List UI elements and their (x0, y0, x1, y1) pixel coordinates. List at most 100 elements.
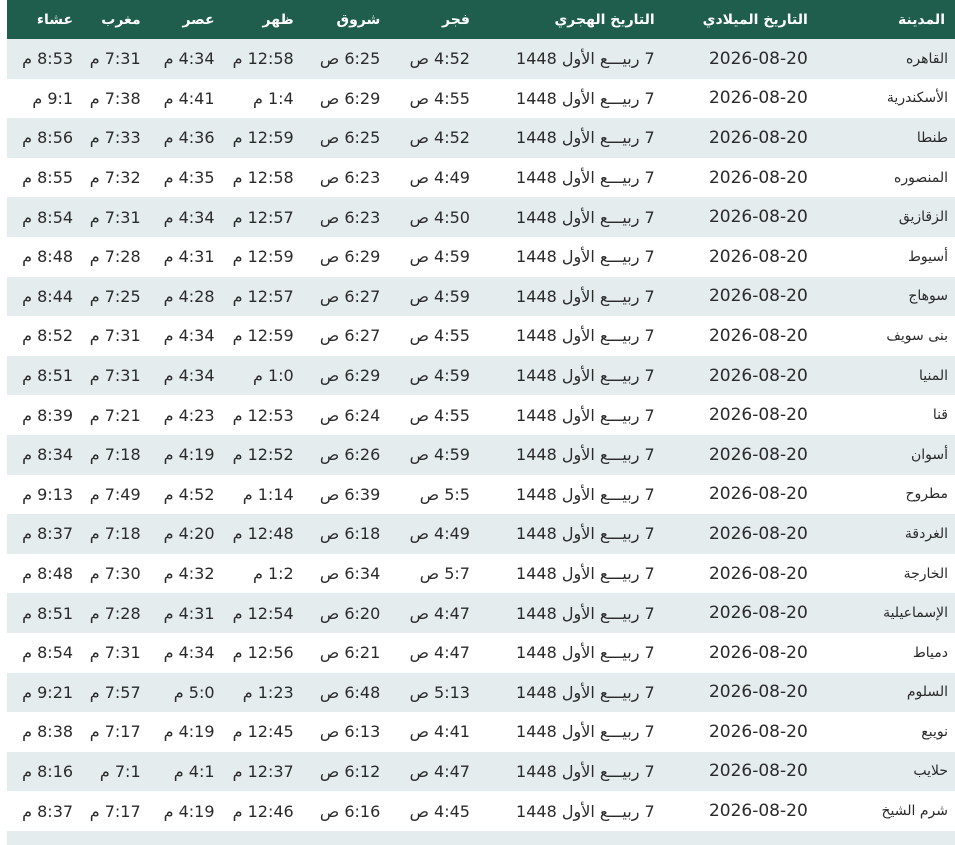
table-row: أسيوط 2026-08-20 7 ربيـــع الأول 1448 4:59 … (7, 236, 955, 277)
table-row: طنطا 2026-08-20 7 ربيـــع الأول 1448 4:52 ص… (7, 118, 955, 158)
cell-maghrib: 7:31 م (89, 49, 141, 69)
cell-fajr: 4:55 ص (409, 326, 470, 346)
cell-shuruq: 6:34 ص (319, 564, 381, 584)
cell-isha: 8:55 م (22, 168, 74, 188)
cell-hijri: 7 ربيـــع الأول 1448 (516, 405, 655, 425)
cell-isha: 9:1 م (32, 88, 74, 108)
cell-city: سوهاج (908, 288, 948, 305)
cell-hijri: 7 ربيـــع الأول 1448 (516, 168, 655, 188)
cell-dhuhr: 12:46 م (232, 801, 294, 821)
cell-dhuhr: 12:56 م (232, 643, 294, 663)
cell-dhuhr: 12:58 م (232, 168, 294, 188)
cell-isha: 8:56 م (22, 128, 74, 148)
cell-isha: 8:48 م (22, 564, 74, 584)
cell-asr: 4:34 م (163, 49, 215, 69)
cell-shuruq: 6:26 ص (319, 445, 381, 465)
cell-isha: 8:37 م (22, 524, 74, 544)
cell-hijri: 7 ربيـــع الأول 1448 (516, 49, 655, 69)
cell-gregorian: 2026-08-20 (708, 286, 808, 307)
table-row: حلايب 2026-08-20 7 ربيـــع الأول 1448 4:47 … (7, 751, 955, 792)
cell-dhuhr: 1:14 م (242, 484, 294, 504)
cell-shuruq: 6:39 ص (319, 484, 381, 504)
cell-asr: 4:32 م (163, 564, 215, 584)
cell-maghrib: 7:28 م (89, 247, 141, 267)
cell-maghrib: 7:33 م (89, 128, 141, 148)
cell-hijri: 7 ربيـــع الأول 1448 (516, 682, 655, 702)
cell-fajr: 4:55 ص (409, 88, 470, 108)
header-dhuhr: ظهر (262, 11, 294, 28)
cell-maghrib: 7:31 م (89, 207, 141, 227)
cell-fajr: 4:49 ص (409, 524, 470, 544)
cell-hijri: 7 ربيـــع الأول 1448 (516, 366, 655, 386)
cell-shuruq: 6:23 ص (319, 207, 381, 227)
cell-dhuhr: 12:48 م (232, 524, 294, 544)
cell-city: الزقازيق (898, 209, 948, 226)
cell-gregorian: 2026-08-20 (708, 444, 808, 465)
cell-hijri: 7 ربيـــع الأول 1448 (516, 722, 655, 742)
table-row: مطروح 2026-08-20 7 ربيـــع الأول 1448 5:5 ص… (7, 474, 955, 515)
cell-shuruq: 6:27 ص (319, 326, 381, 346)
cell-gregorian: 2026-08-20 (708, 325, 808, 346)
cell-maghrib: 7:21 م (89, 405, 141, 425)
cell-city: شرم الشيخ (881, 803, 948, 820)
cell-hijri: 7 ربيـــع الأول 1448 (516, 564, 655, 584)
table-row-partial (7, 830, 955, 845)
cell-city: طنطا (916, 129, 948, 146)
cell-city: قنا (932, 407, 948, 424)
cell-maghrib: 7:31 م (89, 326, 141, 346)
cell-fajr: 4:52 ص (409, 128, 470, 148)
table-row: الغردقة 2026-08-20 7 ربيـــع الأول 1448 4:4… (7, 514, 955, 554)
cell-maghrib: 7:32 م (89, 168, 141, 188)
cell-asr: 4:19 م (163, 445, 215, 465)
cell-shuruq: 6:25 ص (319, 128, 381, 148)
cell-shuruq: 6:24 ص (319, 405, 381, 425)
cell-fajr: 5:5 ص (419, 484, 470, 504)
header-fajr: فجر (442, 11, 470, 28)
header-city: المدينة (898, 11, 945, 28)
cell-gregorian: 2026-08-20 (708, 167, 808, 188)
cell-isha: 8:16 م (22, 761, 74, 781)
cell-dhuhr: 12:59 م (232, 247, 294, 267)
cell-city: الغردقة (904, 525, 948, 542)
cell-asr: 4:35 م (163, 168, 215, 188)
table-header: المدينة التاريخ الميلادي التاريخ الهجري … (7, 0, 955, 39)
cell-isha: 8:53 م (22, 49, 74, 69)
table-row: السلوم 2026-08-20 7 ربيـــع الأول 1448 5:13… (7, 672, 955, 713)
cell-dhuhr: 1:0 م (252, 366, 294, 386)
header-hijri-date: التاريخ الهجري (554, 11, 655, 28)
cell-shuruq: 6:29 ص (319, 88, 381, 108)
cell-shuruq: 6:27 ص (319, 286, 381, 306)
cell-isha: 8:52 م (22, 326, 74, 346)
cell-gregorian: 2026-08-20 (708, 642, 808, 663)
table-row: الخارجة 2026-08-20 7 ربيـــع الأول 1448 5:7… (7, 553, 955, 594)
cell-isha: 8:54 م (22, 207, 74, 227)
cell-dhuhr: 12:57 م (232, 286, 294, 306)
cell-isha: 8:39 م (22, 405, 74, 425)
cell-city: أسوان (910, 446, 948, 463)
cell-isha: 8:48 م (22, 247, 74, 267)
cell-hijri: 7 ربيـــع الأول 1448 (516, 88, 655, 108)
cell-city: نويبع (921, 723, 948, 740)
cell-asr: 4:34 م (163, 207, 215, 227)
table-row: قنا 2026-08-20 7 ربيـــع الأول 1448 4:55 ص 6… (7, 395, 955, 435)
cell-maghrib: 7:28 م (89, 603, 141, 623)
cell-fajr: 4:47 ص (409, 761, 470, 781)
cell-shuruq: 6:25 ص (319, 49, 381, 69)
cell-gregorian: 2026-08-20 (708, 563, 808, 584)
cell-dhuhr: 1:23 م (242, 682, 294, 702)
header-gregorian-date: التاريخ الميلادي (702, 11, 808, 28)
prayer-times-table-container: المدينة التاريخ الميلادي التاريخ الهجري … (7, 0, 955, 845)
cell-isha: 8:44 م (22, 286, 74, 306)
cell-maghrib: 7:17 م (89, 722, 141, 742)
cell-gregorian: 2026-08-20 (708, 88, 808, 109)
cell-dhuhr: 1:2 م (252, 564, 294, 584)
cell-asr: 4:31 م (163, 247, 215, 267)
header-row: المدينة التاريخ الميلادي التاريخ الهجري … (7, 0, 955, 39)
cell-hijri: 7 ربيـــع الأول 1448 (516, 603, 655, 623)
cell-hijri: 7 ربيـــع الأول 1448 (516, 445, 655, 465)
cell-gregorian: 2026-08-20 (708, 48, 808, 69)
cell-maghrib: 7:31 م (89, 366, 141, 386)
cell-maghrib: 7:1 م (99, 761, 141, 781)
cell-city: بنى سويف (886, 327, 948, 344)
cell-gregorian: 2026-08-20 (708, 127, 808, 148)
